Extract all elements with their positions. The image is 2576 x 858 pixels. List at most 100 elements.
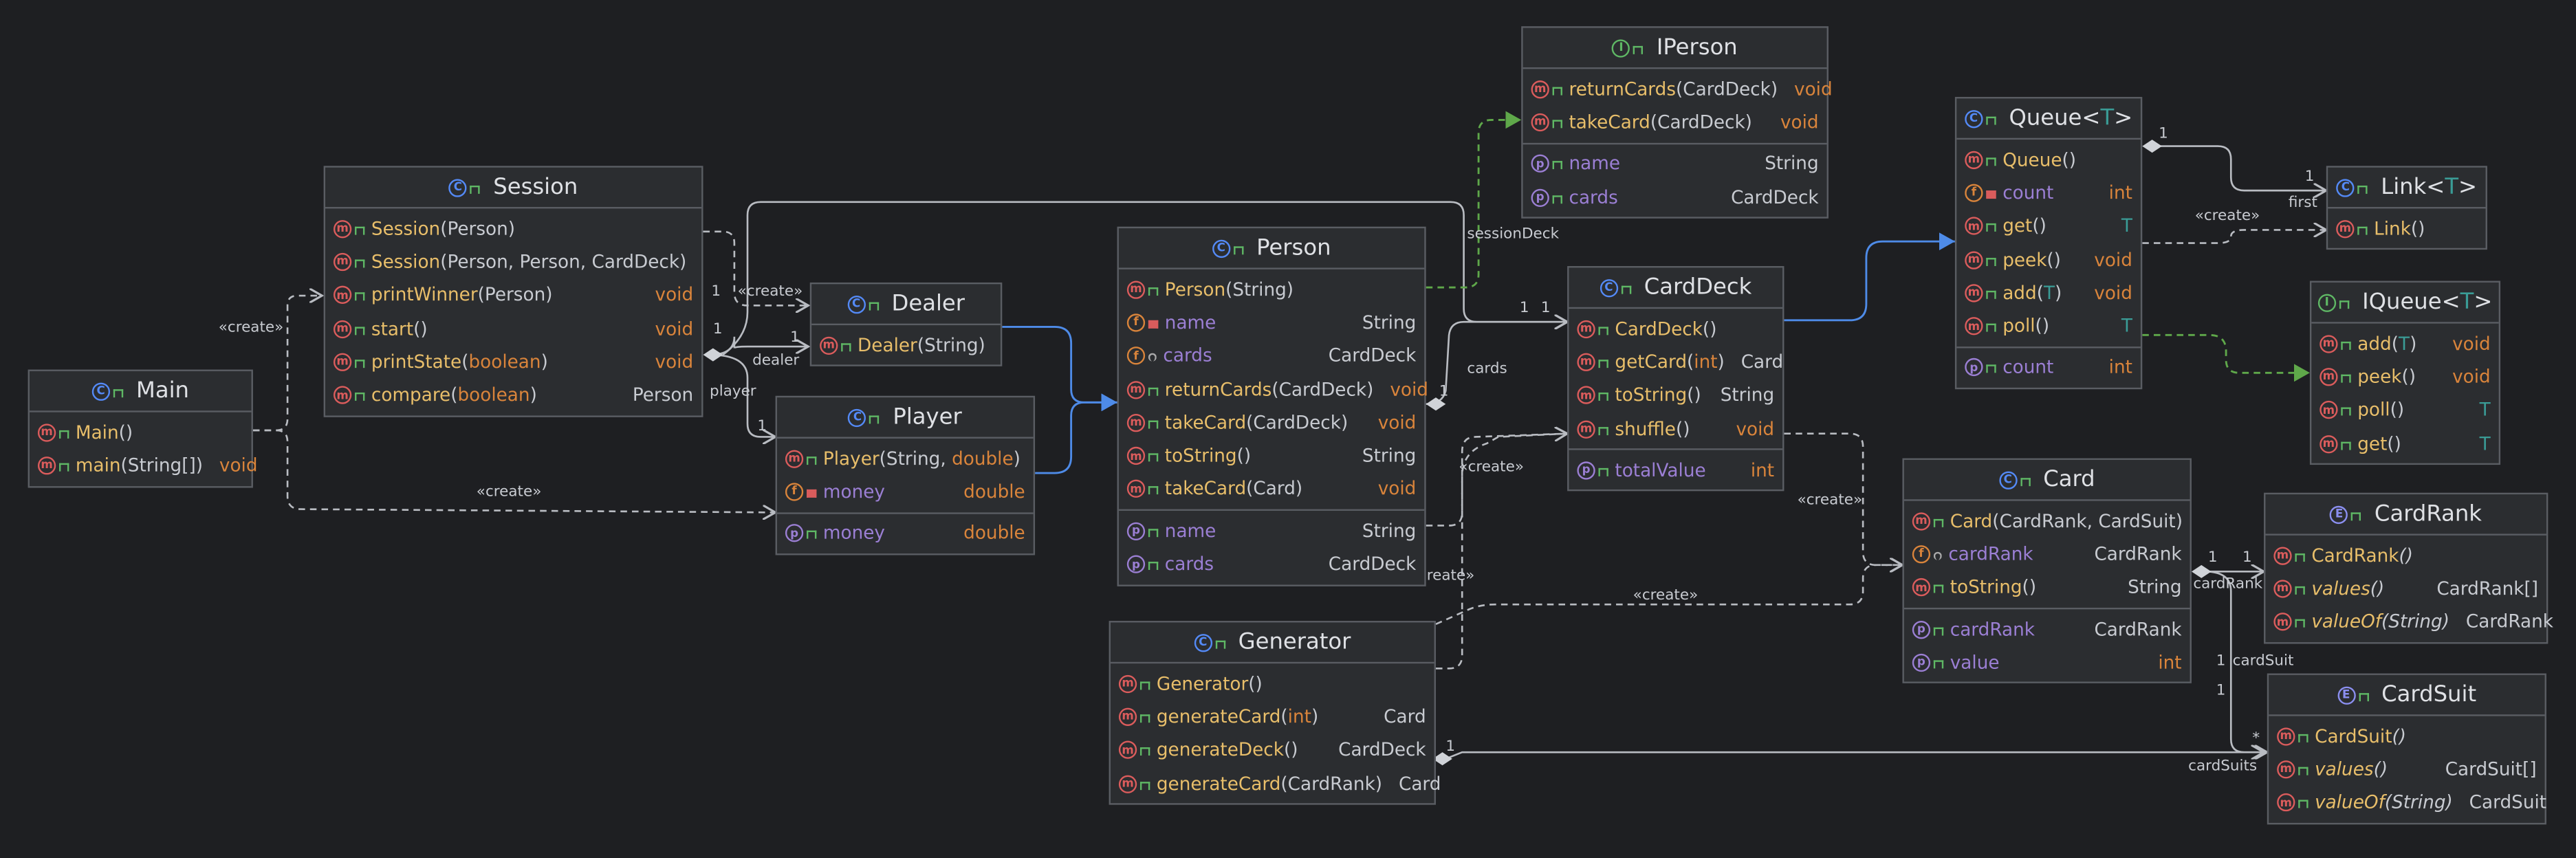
- visibility-icon: [1148, 386, 1159, 395]
- class-name: Main: [135, 377, 189, 404]
- member-row[interactable]: m takeCard (CardDeck) void: [1523, 106, 1827, 139]
- member-row[interactable]: f name String: [1119, 306, 1424, 339]
- member-row[interactable]: m peek() void: [1956, 243, 2141, 276]
- member-name: generateCard: [1156, 706, 1281, 728]
- member-section: m Player (String, double) f money double: [776, 439, 1034, 514]
- member-row[interactable]: m compare (boolean) Person: [325, 379, 701, 412]
- visibility-icon: [2341, 341, 2351, 349]
- enum-cardrank[interactable]: E CardRank m CardRank() m values() CardRank[] m…: [2264, 492, 2553, 644]
- member-row[interactable]: m toString() String: [1119, 439, 1424, 472]
- class-carddeck[interactable]: C CardDeck m CardDeck() m getCard (int) Card m to…: [1567, 266, 1784, 492]
- member-row[interactable]: p totalValue int: [1569, 454, 1782, 487]
- public-visibility-icon: [2358, 692, 2369, 701]
- member-row[interactable]: m toString() String: [1569, 379, 1782, 412]
- label-one-session: 1: [712, 322, 723, 339]
- member-row[interactable]: f count int: [1956, 176, 2141, 209]
- interface-kind-icon: I: [1612, 38, 1630, 57]
- member-row[interactable]: p count int: [1956, 351, 2141, 384]
- member-row[interactable]: m printState (boolean) void: [325, 345, 701, 378]
- class-header: C Link <T>: [2328, 168, 2486, 209]
- generic-parameter: <T>: [2441, 289, 2493, 316]
- member-params: (): [2401, 366, 2416, 388]
- member-row[interactable]: m generateCard (CardRank) Card: [1111, 767, 1441, 800]
- class-session[interactable]: C Session m Session (Person) m Session (Person,…: [323, 166, 703, 417]
- member-row[interactable]: m generateCard (int) Card: [1111, 700, 1434, 733]
- enum-cardsuit[interactable]: E CardSuit m CardSuit() m values() CardSuit[] m…: [2267, 673, 2546, 825]
- member-row[interactable]: m takeCard (CardDeck) void: [1119, 406, 1424, 439]
- member-row[interactable]: m Generator(): [1111, 667, 1434, 700]
- class-player[interactable]: C Player m Player (String, double) f money doub…: [775, 395, 1036, 556]
- member-row[interactable]: m toString() String: [1904, 571, 2190, 604]
- member-row[interactable]: m Player (String, double): [777, 442, 1034, 475]
- member-row[interactable]: m Link(): [2328, 212, 2485, 245]
- member-row[interactable]: m poll() T: [1956, 309, 2141, 342]
- class-queue[interactable]: C Queue <T> m Queue() f count int m get() Tm peek()…: [1954, 96, 2143, 390]
- member-row[interactable]: m getCard (int) Card: [1569, 345, 1783, 378]
- member-row[interactable]: m Card (CardRank, CardSuit): [1904, 504, 2190, 537]
- class-card[interactable]: C Card m Card (CardRank, CardSuit) f cardRank C…: [1902, 458, 2192, 684]
- method-icon: m: [1577, 353, 1595, 371]
- class-main[interactable]: C Main m Main() m main (String[]) void: [28, 369, 258, 487]
- member-name: Dealer: [858, 334, 917, 356]
- member-row[interactable]: m get() T: [1956, 210, 2141, 243]
- member-row[interactable]: p cards CardDeck: [1523, 181, 1827, 214]
- class-name: IQueue: [2362, 289, 2442, 316]
- class-generator[interactable]: C Generator m Generator() m generateCard (int)…: [1109, 621, 1441, 806]
- member-row[interactable]: m returnCards (CardDeck) void: [1523, 72, 1833, 105]
- member-row[interactable]: m poll() T: [2311, 393, 2498, 426]
- member-row[interactable]: p name String: [1523, 147, 1827, 180]
- class-person[interactable]: C Person m Person (String) f name String f cards C…: [1117, 226, 1428, 586]
- member-row[interactable]: p cards CardDeck: [1119, 547, 1424, 580]
- member-name: count: [2002, 182, 2054, 204]
- member-row[interactable]: p value int: [1904, 646, 2190, 679]
- member-row[interactable]: f cards CardDeck: [1119, 340, 1424, 373]
- method-icon: m: [820, 336, 838, 355]
- member-row[interactable]: m values() CardRank[]: [2265, 572, 2546, 605]
- member-row[interactable]: p name String: [1119, 514, 1424, 547]
- member-section: m Person (String) f name String f cards CardDeck…: [1118, 270, 1428, 512]
- member-row[interactable]: p money double: [777, 517, 1034, 550]
- member-row[interactable]: m peek() void: [2311, 360, 2498, 393]
- member-name: name: [1569, 153, 1621, 175]
- member-row[interactable]: m add (T) void: [2311, 327, 2498, 360]
- member-row[interactable]: m takeCard (Card) void: [1119, 473, 1424, 506]
- member-row[interactable]: m values() CardSuit[]: [2269, 753, 2544, 786]
- property-icon: p: [785, 524, 804, 542]
- member-row[interactable]: m Main(): [30, 415, 252, 448]
- member-row[interactable]: m Queue(): [1956, 143, 2141, 176]
- member-row[interactable]: m valueOf (String) CardRank: [2265, 606, 2553, 639]
- member-row[interactable]: m Session (Person): [325, 212, 701, 245]
- member-row[interactable]: m Session (Person, Person, CardDeck): [325, 245, 701, 278]
- field-icon: f: [785, 483, 804, 501]
- member-type: void: [2452, 366, 2491, 388]
- member-row[interactable]: m shuffle() void: [1569, 412, 1782, 445]
- member-params: (Person): [440, 217, 516, 239]
- member-row[interactable]: m add (T) void: [1956, 276, 2141, 309]
- member-row[interactable]: m CardSuit(): [2269, 719, 2544, 752]
- member-row[interactable]: p cardRank CardRank: [1904, 613, 2190, 646]
- member-params: (T): [2036, 282, 2062, 304]
- class-dealer[interactable]: C Dealer m Dealer (String): [809, 282, 1003, 367]
- member-name: cards: [1569, 186, 1618, 208]
- member-row[interactable]: m generateDeck() CardDeck: [1111, 734, 1434, 767]
- member-row[interactable]: m returnCards (CardDeck) void: [1119, 373, 1428, 406]
- member-row[interactable]: m CardRank(): [2265, 539, 2546, 572]
- interface-iqueue[interactable]: I IQueue <T> m add (T) void m peek() void m poll() T…: [2309, 280, 2501, 465]
- member-row[interactable]: m CardDeck(): [1569, 312, 1782, 345]
- interface-iperson[interactable]: I IPerson m returnCards (CardDeck) void m takeC…: [1521, 26, 1833, 219]
- member-row[interactable]: m Dealer (String): [811, 329, 1001, 362]
- member-row[interactable]: f money double: [777, 475, 1034, 508]
- member-row[interactable]: m start() void: [325, 312, 701, 345]
- member-name: name: [1164, 311, 1216, 333]
- member-row[interactable]: m main (String[]) void: [30, 449, 258, 482]
- member-type: CardRank[]: [2436, 578, 2539, 600]
- member-row[interactable]: m valueOf (String) CardSuit: [2269, 786, 2546, 819]
- member-row[interactable]: f cardRank CardRank: [1904, 538, 2190, 571]
- class-kind-icon: C: [847, 294, 866, 314]
- member-row[interactable]: m printWinner (Person) void: [325, 278, 701, 311]
- class-link[interactable]: C Link <T> m Link(): [2326, 166, 2487, 250]
- member-row[interactable]: m Person (String): [1119, 273, 1424, 306]
- member-row[interactable]: m get() T: [2311, 427, 2498, 460]
- visibility-icon: [1148, 420, 1159, 429]
- property-icon: p: [1126, 522, 1146, 540]
